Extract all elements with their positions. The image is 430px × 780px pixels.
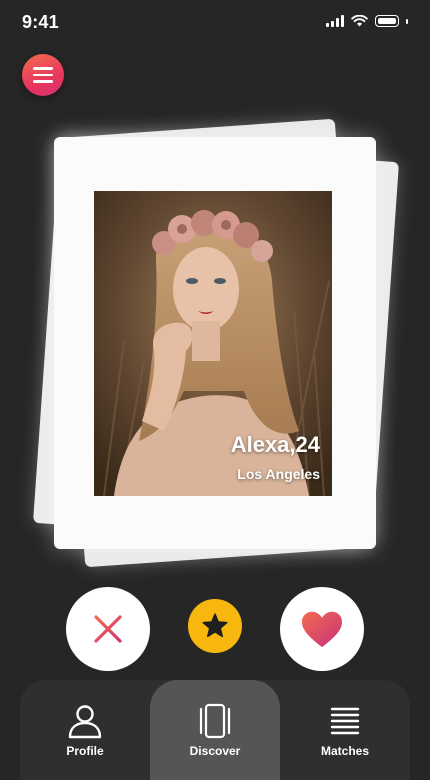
profile-card[interactable]: Alexa,24 Los Angeles bbox=[54, 137, 376, 549]
cards-icon bbox=[199, 703, 231, 739]
nav-item-profile[interactable]: Profile bbox=[20, 680, 150, 780]
star-icon bbox=[202, 613, 228, 638]
nav-label-discover: Discover bbox=[189, 744, 241, 758]
battery-icon bbox=[375, 15, 399, 27]
person-icon bbox=[68, 705, 102, 739]
nav-item-matches[interactable]: Matches bbox=[280, 680, 410, 780]
menu-button[interactable] bbox=[22, 54, 64, 96]
heart-icon bbox=[302, 611, 342, 648]
list-icon bbox=[330, 707, 360, 735]
nav-label-matches: Matches bbox=[320, 744, 370, 758]
close-x-icon bbox=[94, 615, 122, 643]
superlike-button[interactable] bbox=[188, 599, 242, 653]
profile-photo: Alexa,24 Los Angeles bbox=[94, 191, 332, 496]
battery-cap bbox=[406, 18, 408, 24]
dislike-button[interactable] bbox=[66, 587, 150, 671]
bottom-navigation: Profile Discover Matches bbox=[20, 680, 410, 780]
status-bar: 9:41 bbox=[0, 0, 430, 44]
profile-name: Alexa,24 bbox=[230, 432, 320, 457]
nav-item-discover[interactable]: Discover bbox=[150, 680, 280, 780]
status-icons bbox=[326, 15, 408, 27]
wifi-icon bbox=[351, 15, 368, 27]
like-button[interactable] bbox=[280, 587, 364, 671]
cellular-signal-icon bbox=[326, 15, 344, 27]
nav-label-profile: Profile bbox=[66, 744, 104, 758]
hamburger-menu-icon bbox=[33, 67, 53, 70]
status-time: 9:41 bbox=[22, 12, 59, 32]
profile-location: Los Angeles bbox=[237, 466, 320, 482]
